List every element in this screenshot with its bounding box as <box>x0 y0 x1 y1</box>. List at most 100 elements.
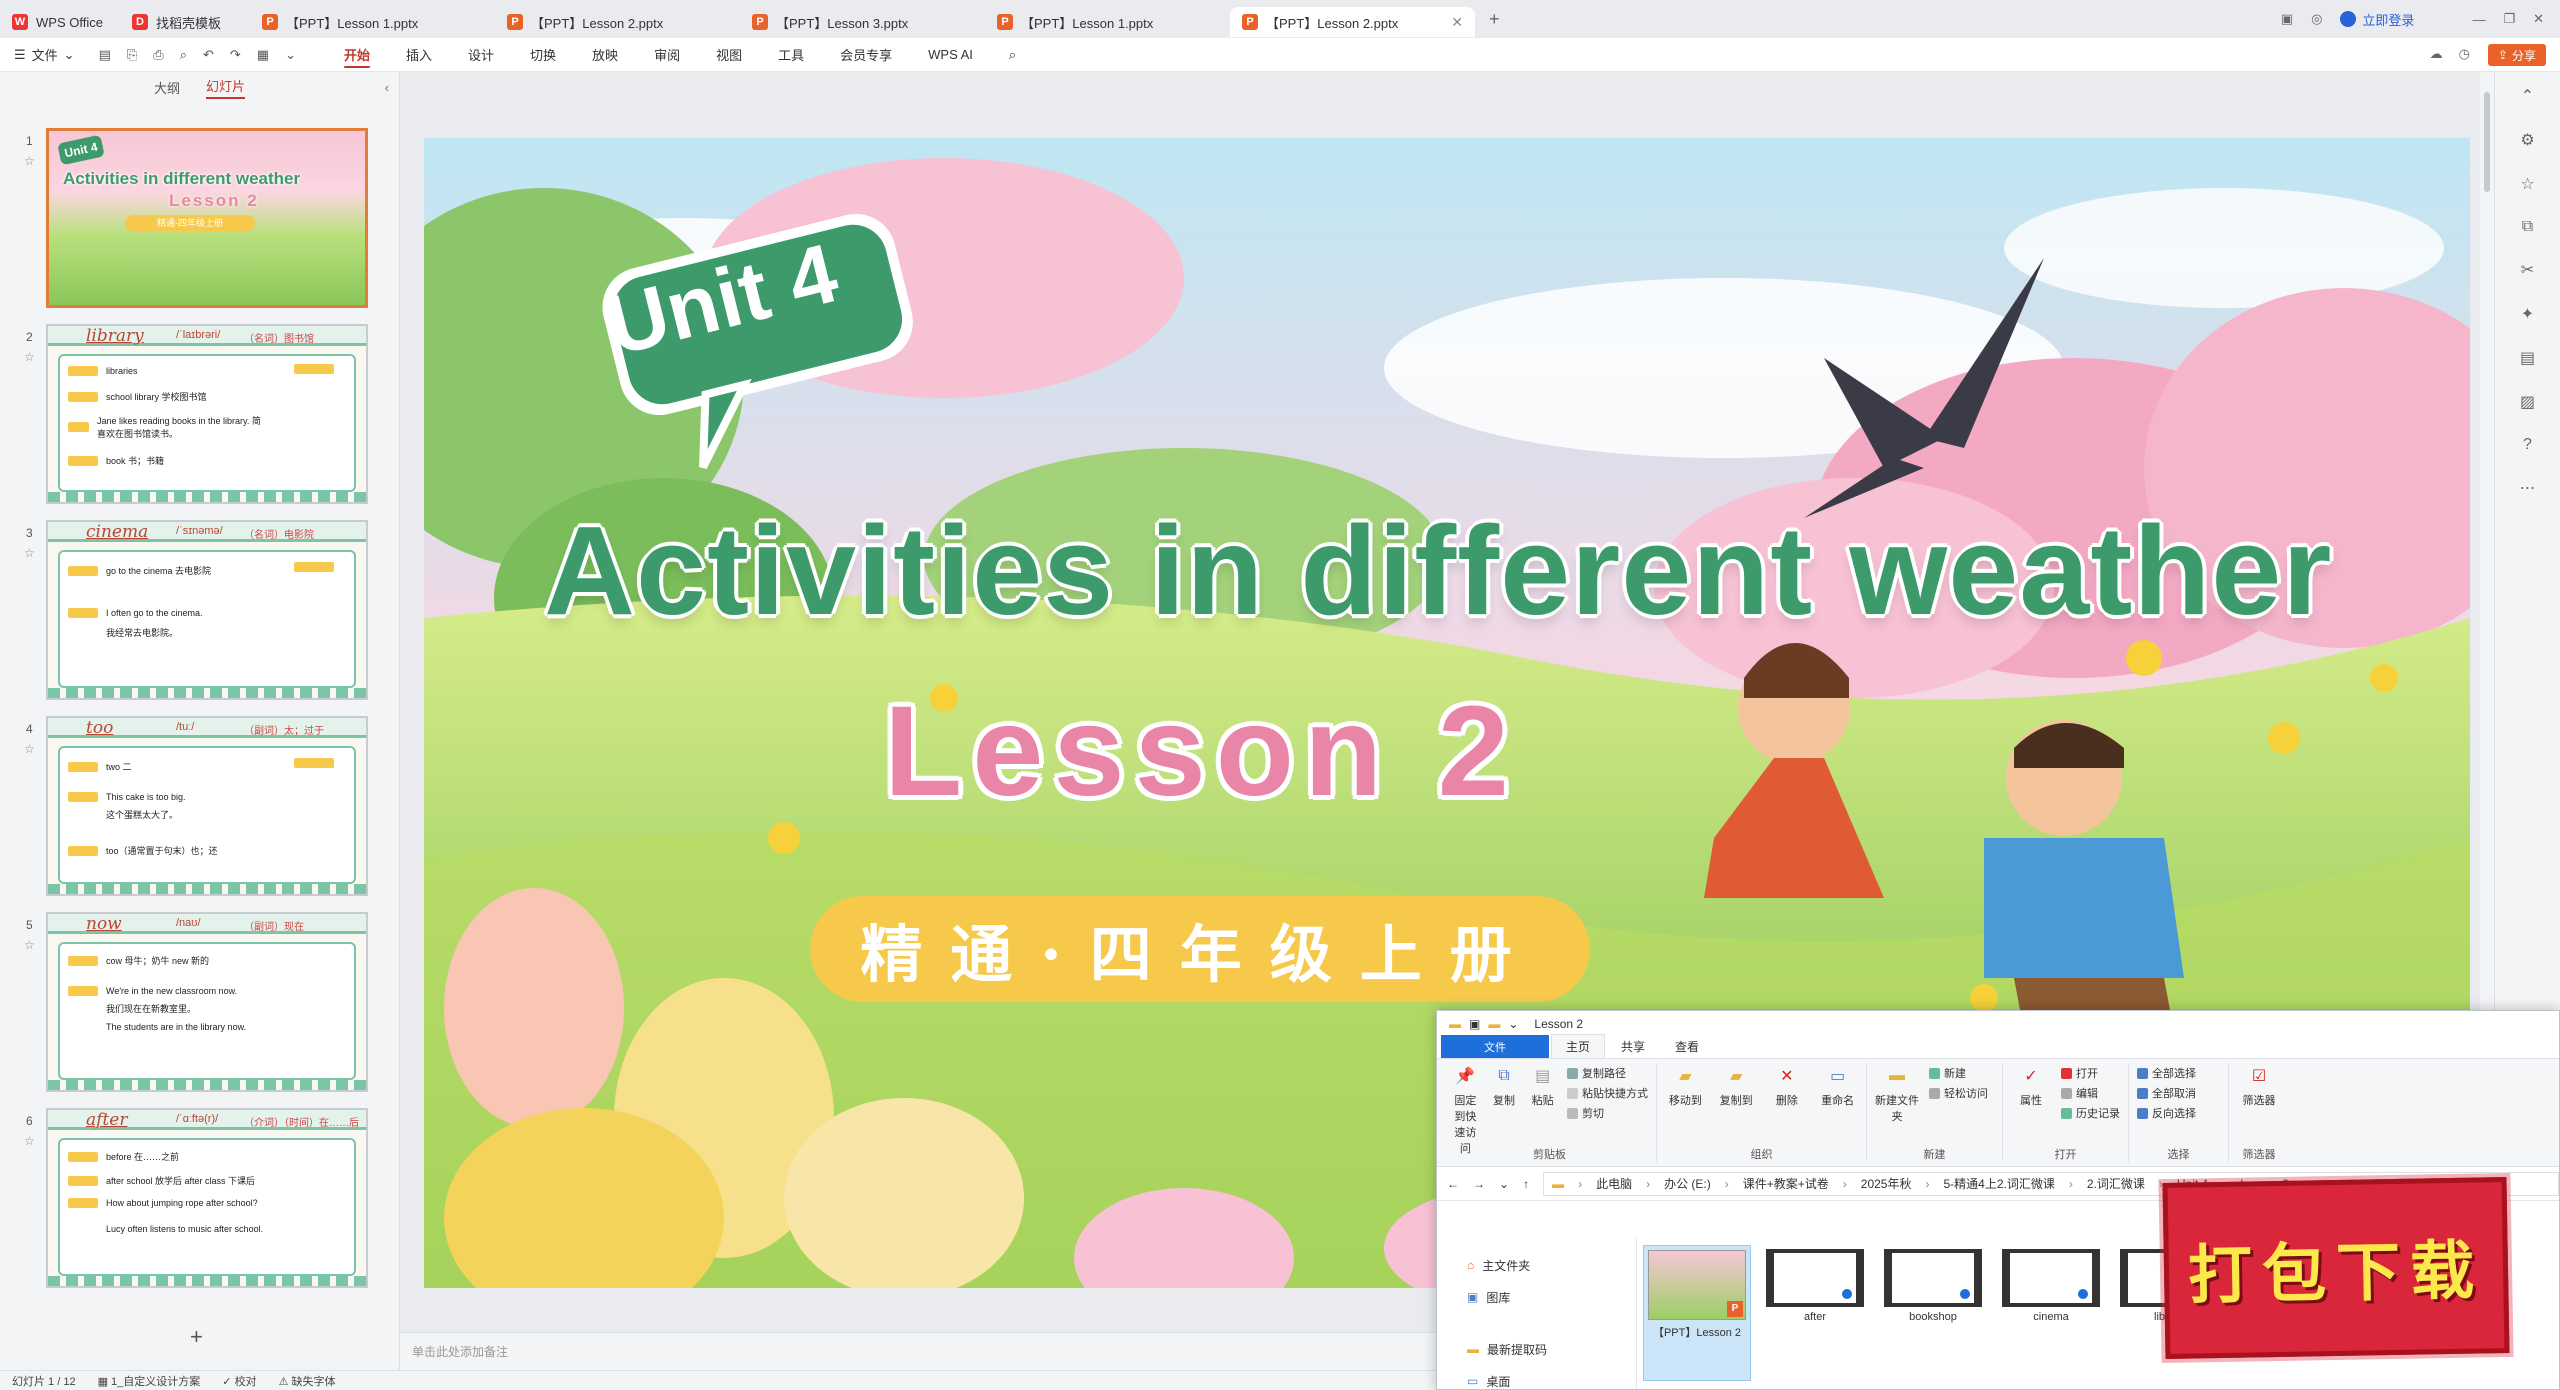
breadcrumb-item[interactable]: 5-精通4上2.词汇微课 <box>1943 1175 2054 1192</box>
copy-icon[interactable]: ⧉ <box>2522 218 2533 236</box>
save-icon[interactable]: ▤ <box>99 47 111 63</box>
new-folder-icon[interactable]: ▬ <box>1488 1017 1500 1031</box>
new-item-button[interactable]: 新建 <box>1929 1065 1988 1081</box>
rename-button[interactable]: ▭ 重命名 <box>1817 1063 1858 1108</box>
menu-wps-ai[interactable]: WPS AI <box>910 38 991 72</box>
tools-icon[interactable]: ✂ <box>2521 260 2534 280</box>
up-icon[interactable]: ↑ <box>1523 1177 1529 1191</box>
more-icon[interactable]: ⋯ <box>2520 478 2536 498</box>
menu-insert[interactable]: 插入 <box>388 38 450 72</box>
explorer-tab-view[interactable]: 查看 <box>1661 1035 1713 1058</box>
chevron-down-icon[interactable]: ⌄ <box>1499 1177 1509 1191</box>
star-icon[interactable]: ☆ <box>24 1134 35 1148</box>
property-icon[interactable]: ▨ <box>2520 392 2535 412</box>
menu-tools[interactable]: 工具 <box>760 38 822 72</box>
tab-outline[interactable]: 大纲 <box>154 78 180 97</box>
chevron-down-icon[interactable]: ⌄ <box>1508 1017 1518 1031</box>
share-button[interactable]: ⇪ 分享 <box>2487 44 2546 66</box>
pin-quick-access-button[interactable]: 📌 固定到快速访问 <box>1451 1063 1480 1156</box>
tab-ppt-lesson1-b[interactable]: P 【PPT】Lesson 1.pptx <box>985 7 1230 37</box>
filter-button[interactable]: ☑ 筛选器 <box>2237 1063 2281 1108</box>
explorer-tab-home[interactable]: 主页 <box>1551 1034 1606 1058</box>
paste-shortcut-button[interactable]: 粘贴快捷方式 <box>1567 1085 1648 1101</box>
redo-icon[interactable]: ↷ <box>230 47 241 63</box>
new-folder-button[interactable]: ▬ 新建文件夹 <box>1875 1063 1919 1124</box>
open-button[interactable]: 打开 <box>2061 1065 2120 1081</box>
menu-home[interactable]: 开始 <box>326 38 388 72</box>
maximize-icon[interactable]: ❐ <box>2503 11 2515 27</box>
minimize-icon[interactable]: — <box>2472 12 2485 27</box>
slide-thumbnail-2[interactable]: library /ˈlaɪbrəri/ （名词）图书馆 libraries sc… <box>46 324 368 504</box>
login-button[interactable]: 立即登录 <box>2340 10 2414 29</box>
format-painter-icon[interactable]: ▦ <box>257 47 269 63</box>
menu-review[interactable]: 审阅 <box>636 38 698 72</box>
menu-view[interactable]: 视图 <box>698 38 760 72</box>
slide-thumbnail-3[interactable]: cinema /ˈsɪnəmə/ （名词）电影院 go to the cinem… <box>46 520 368 700</box>
add-slide-button[interactable]: + <box>190 1324 203 1350</box>
select-none-button[interactable]: 全部取消 <box>2137 1085 2196 1101</box>
nav-item-recent[interactable]: ▬ 最新提取码 <box>1467 1333 1636 1365</box>
edit-button[interactable]: 编辑 <box>2061 1085 2120 1101</box>
animation-icon[interactable]: ✦ <box>2521 304 2534 324</box>
export-icon[interactable]: ⎘ <box>127 47 137 63</box>
file-item-video[interactable]: after <box>1761 1245 1869 1389</box>
slide-title[interactable]: Activities in different weather <box>542 498 2333 643</box>
copy-to-button[interactable]: ▰ 复制到 <box>1716 1063 1757 1108</box>
move-to-button[interactable]: ▰ 移动到 <box>1665 1063 1706 1108</box>
menu-transition[interactable]: 切换 <box>512 38 574 72</box>
slide-lesson[interactable]: Lesson 2 <box>884 678 1519 825</box>
slide-thumbnail-5[interactable]: now /naʊ/ （副词）现在 cow 母牛；奶牛 new 新的 We're … <box>46 912 368 1092</box>
copy-button[interactable]: ⧉ 复制 <box>1490 1063 1519 1108</box>
tab-ppt-lesson1[interactable]: P 【PPT】Lesson 1.pptx <box>250 7 495 37</box>
print-icon[interactable]: ⎙ <box>153 47 163 63</box>
chevron-down-icon[interactable]: ⌄ <box>285 47 296 63</box>
file-item-video[interactable]: cinema <box>1997 1245 2105 1389</box>
format-icon[interactable]: ▤ <box>2520 348 2535 368</box>
slide-thumbnail-4[interactable]: too /tuː/ （副词）太；过于 two 二 This cake is to… <box>46 716 368 896</box>
slide-thumbnail-6[interactable]: after /ˈɑːftə(r)/ （介词）（时间）在……后 before 在…… <box>46 1108 368 1288</box>
nav-item-desktop[interactable]: ▭ 桌面 <box>1467 1365 1636 1389</box>
undo-icon[interactable]: ↶ <box>203 47 214 63</box>
menu-design[interactable]: 设计 <box>450 38 512 72</box>
delete-button[interactable]: ✕ 删除 <box>1767 1063 1808 1108</box>
proof-button[interactable]: ✓ 校对 <box>222 1373 256 1389</box>
slide-subtitle[interactable]: 精通·四年级上册 <box>810 896 1590 1002</box>
close-tab-icon[interactable]: ✕ <box>1451 14 1463 31</box>
properties-button[interactable]: ✓ 属性 <box>2011 1063 2051 1108</box>
breadcrumb-item[interactable]: 办公 (E:) <box>1664 1175 1711 1192</box>
preview-icon[interactable]: ⌕ <box>180 47 187 63</box>
menu-member[interactable]: 会员专享 <box>822 38 910 72</box>
star-icon[interactable]: ☆ <box>24 154 35 168</box>
tab-ppt-lesson3[interactable]: P 【PPT】Lesson 3.pptx <box>740 7 985 37</box>
search-icon[interactable]: ⌕ <box>991 38 1034 72</box>
nav-item-gallery[interactable]: ▣ 图库 <box>1467 1281 1636 1313</box>
star-icon[interactable]: ☆ <box>24 546 35 560</box>
explorer-tab-file[interactable]: 文件 <box>1441 1035 1549 1058</box>
file-item-video[interactable]: bookshop <box>1879 1245 1987 1389</box>
close-window-icon[interactable]: ✕ <box>2533 11 2544 27</box>
missing-font-button[interactable]: ⚠ 缺失字体 <box>279 1373 336 1389</box>
tab-docer[interactable]: D 找稻壳模板 <box>120 7 250 37</box>
new-tab-icon[interactable]: + <box>1489 9 1500 30</box>
star-icon[interactable]: ☆ <box>2520 174 2534 194</box>
breadcrumb-item[interactable]: 此电脑 <box>1596 1175 1632 1192</box>
scrollbar-thumb[interactable] <box>2484 92 2490 192</box>
help-icon[interactable]: ? <box>2523 436 2532 454</box>
cut-button[interactable]: 剪切 <box>1567 1105 1648 1121</box>
select-all-button[interactable]: 全部选择 <box>2137 1065 2196 1081</box>
nav-item-home[interactable]: ⌂ 主文件夹 <box>1467 1249 1636 1281</box>
tab-ppt-lesson2[interactable]: P 【PPT】Lesson 2.pptx <box>495 7 740 37</box>
cloud-icon[interactable]: ☁ <box>2430 46 2443 62</box>
breadcrumb-item[interactable]: 课件+教案+试卷 <box>1743 1175 1829 1192</box>
expand-icon[interactable]: ⌃ <box>2521 86 2534 106</box>
layout-icon[interactable]: ▣ <box>2281 11 2293 27</box>
settings-icon[interactable]: ⚙ <box>2520 130 2534 150</box>
paste-button[interactable]: ▤ 粘贴 <box>1528 1063 1557 1108</box>
star-icon[interactable]: ☆ <box>24 938 35 952</box>
history-icon[interactable]: ◷ <box>2459 46 2470 62</box>
back-icon[interactable]: ← <box>1447 1177 1459 1191</box>
skin-icon[interactable]: ◎ <box>2311 11 2322 27</box>
slide-thumbnail-1[interactable]: Unit 4 Activities in different weather L… <box>46 128 368 308</box>
history-button[interactable]: 历史记录 <box>2061 1105 2120 1121</box>
theme-indicator[interactable]: ▦ 1_自定义设计方案 <box>98 1373 201 1389</box>
